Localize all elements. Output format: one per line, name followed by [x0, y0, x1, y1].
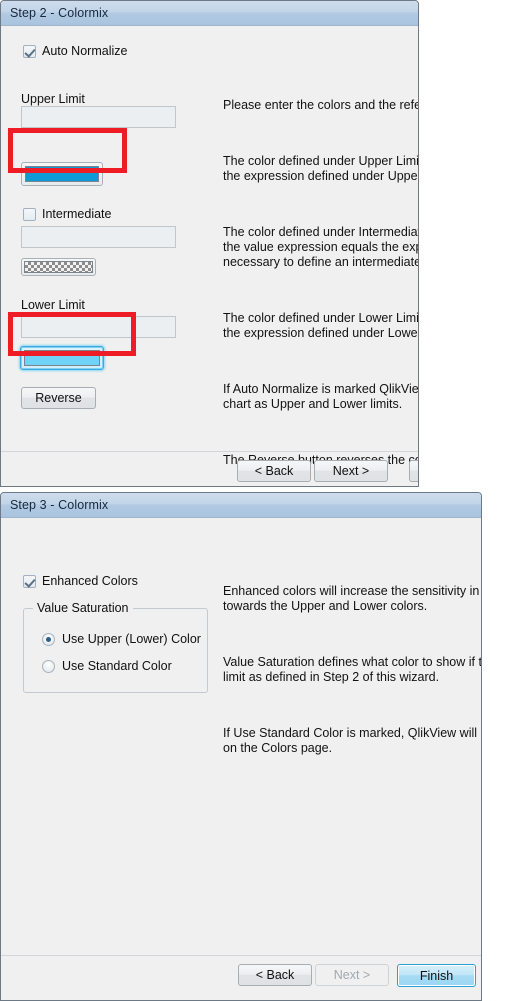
- lower-limit-label: Lower Limit: [21, 298, 85, 312]
- reverse-button[interactable]: Reverse: [21, 387, 96, 409]
- step2-title: Step 2 - Colormix: [10, 6, 109, 20]
- radio-button-icon: [42, 632, 55, 646]
- radio-label: Use Upper (Lower) Color: [62, 632, 201, 646]
- checkbox-box-icon: [23, 44, 36, 58]
- intermediate-color-swatch: [24, 261, 93, 273]
- step2-next-button[interactable]: Next >: [314, 460, 388, 482]
- help-paragraph: Value Saturation defines what color to s…: [223, 655, 482, 684]
- lower-limit-expression-input[interactable]: [21, 316, 176, 338]
- lower-limit-color-button[interactable]: [20, 346, 104, 370]
- step3-dialog: Step 3 - Colormix Enhanced Colors Value …: [0, 492, 482, 1001]
- step2-help-text: Please enter the colors and the referenc…: [223, 68, 419, 486]
- step3-finish-button[interactable]: Finish: [397, 964, 476, 987]
- auto-normalize-checkbox[interactable]: Auto Normalize: [23, 44, 127, 58]
- screenshot-root: Step 2 - Colormix Auto Normalize Upper L…: [0, 0, 513, 1001]
- step3-title: Step 3 - Colormix: [10, 498, 109, 512]
- help-paragraph: The color defined under Lower Limit will…: [223, 311, 419, 340]
- radio-label: Use Standard Color: [62, 659, 172, 673]
- intermediate-checkbox[interactable]: Intermediate: [23, 207, 111, 221]
- step2-cancel-button[interactable]: [409, 460, 418, 482]
- step2-body: Auto Normalize Upper Limit Intermediate …: [1, 26, 419, 486]
- value-saturation-group: Value Saturation Use Upper (Lower) Color…: [23, 601, 208, 693]
- upper-limit-color-swatch: [25, 166, 99, 182]
- help-paragraph: Please enter the colors and the referenc…: [223, 98, 419, 112]
- intermediate-label: Intermediate: [42, 207, 112, 221]
- upper-limit-expression-input[interactable]: [21, 106, 176, 128]
- step2-dialog: Step 2 - Colormix Auto Normalize Upper L…: [0, 0, 419, 487]
- help-paragraph: If Auto Normalize is marked QlikView wil…: [223, 382, 419, 411]
- upper-limit-color-button[interactable]: [21, 162, 103, 186]
- step2-footer-divider: [1, 451, 418, 452]
- auto-normalize-label: Auto Normalize: [42, 44, 128, 58]
- step3-next-button: Next >: [315, 964, 389, 986]
- help-paragraph: The color defined under Intermediate wil…: [223, 225, 419, 269]
- enhanced-colors-label: Enhanced Colors: [42, 574, 138, 588]
- step2-titlebar: Step 2 - Colormix: [1, 1, 418, 26]
- help-paragraph: If Use Standard Color is marked, QlikVie…: [223, 726, 481, 755]
- help-paragraph: The color defined under Upper Limit will…: [223, 154, 419, 183]
- upper-limit-label: Upper Limit: [21, 92, 85, 106]
- help-paragraph: Enhanced colors will increase the sensit…: [223, 584, 480, 613]
- checkbox-box-icon: [23, 574, 36, 588]
- step3-footer-divider: [1, 955, 481, 956]
- lower-limit-color-swatch: [24, 350, 100, 366]
- step3-help-text: Enhanced colors will increase the sensit…: [223, 554, 482, 786]
- step3-titlebar: Step 3 - Colormix: [1, 493, 481, 518]
- enhanced-colors-checkbox[interactable]: Enhanced Colors: [23, 574, 138, 588]
- intermediate-expression-input[interactable]: [21, 226, 176, 248]
- step3-body: Enhanced Colors Value Saturation Use Upp…: [1, 518, 482, 1000]
- radio-use-upper-lower-color[interactable]: Use Upper (Lower) Color: [42, 632, 201, 646]
- value-saturation-title: Value Saturation: [33, 601, 133, 615]
- step3-back-button[interactable]: < Back: [238, 964, 312, 986]
- checkbox-box-icon: [23, 207, 36, 221]
- radio-button-icon: [42, 659, 55, 673]
- radio-use-standard-color[interactable]: Use Standard Color: [42, 659, 172, 673]
- step2-back-button[interactable]: < Back: [237, 460, 311, 482]
- intermediate-color-button[interactable]: [21, 258, 96, 276]
